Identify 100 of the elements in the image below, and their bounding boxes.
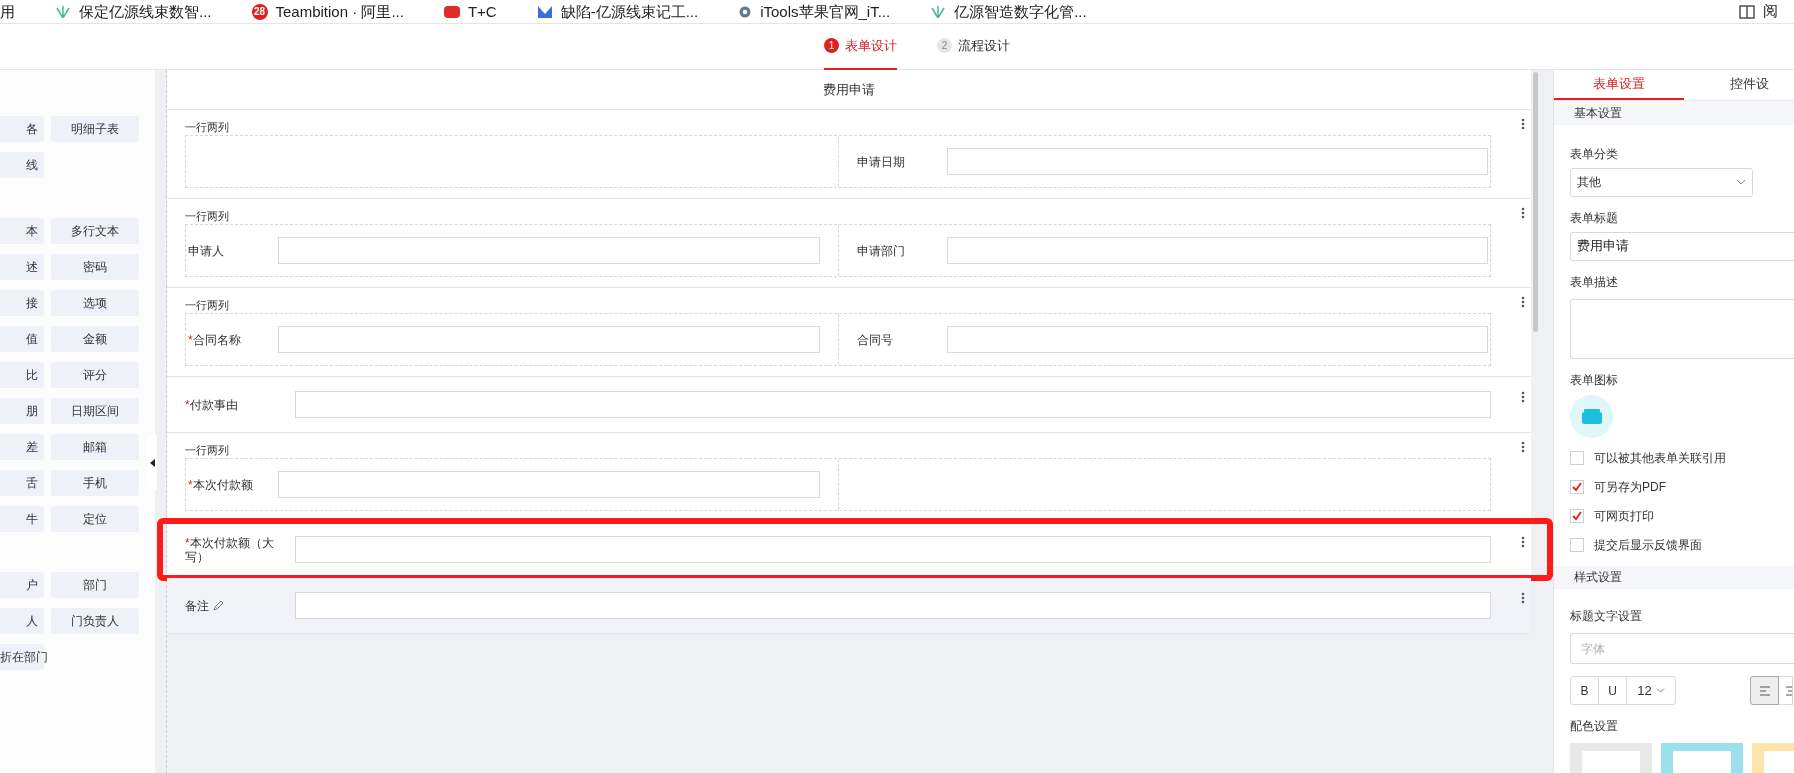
- field-label: *本次付款额（大写）: [185, 535, 275, 564]
- component-button[interactable]: 各: [0, 116, 44, 142]
- bookmark[interactable]: 亿源智造数字化管...: [930, 2, 1087, 21]
- checkbox[interactable]: [1570, 451, 1584, 466]
- more-icon[interactable]: [1521, 441, 1525, 453]
- setting-label: 配色设置: [1570, 718, 1619, 735]
- component-button[interactable]: 牛: [0, 506, 44, 532]
- more-icon[interactable]: [1521, 536, 1525, 548]
- font-field[interactable]: 字体: [1570, 633, 1794, 664]
- eye-icon: [738, 5, 753, 18]
- form-title: 费用申请: [167, 70, 1531, 110]
- field-label: *合同名称: [188, 332, 242, 347]
- category-select[interactable]: 其他: [1570, 167, 1753, 197]
- field-label: 申请部门: [856, 243, 906, 258]
- bookmark[interactable]: T+C: [443, 2, 497, 21]
- component-button[interactable]: 手机: [51, 470, 139, 496]
- row-caption: 一行两列: [185, 209, 230, 223]
- align-center-button[interactable]: [1779, 676, 1793, 705]
- row-caption: 一行两列: [185, 298, 230, 312]
- form-icon[interactable]: [1570, 394, 1613, 438]
- component-button[interactable]: 比: [0, 362, 44, 388]
- align-center-icon: [1784, 685, 1792, 696]
- reader-icon: [1739, 4, 1755, 19]
- description-input[interactable]: [1570, 298, 1794, 359]
- leaf-icon: [930, 5, 947, 18]
- more-icon[interactable]: [1521, 391, 1525, 403]
- component-button[interactable]: 述: [0, 254, 44, 280]
- component-button[interactable]: 金额: [51, 326, 139, 352]
- component-button[interactable]: 日期区间: [51, 398, 139, 424]
- checkbox-label: 可网页打印: [1594, 508, 1654, 526]
- checkbox[interactable]: [1570, 538, 1584, 553]
- component-button[interactable]: 邮箱: [51, 434, 139, 460]
- row-caption: 一行两列: [185, 120, 230, 134]
- input-field[interactable]: [946, 326, 1488, 353]
- component-button[interactable]: 密码: [51, 254, 139, 280]
- more-icon[interactable]: [1521, 207, 1525, 219]
- more-icon[interactable]: [1521, 118, 1525, 130]
- setting-label: 表单图标: [1570, 371, 1619, 389]
- input-field[interactable]: [946, 237, 1488, 264]
- setting-label: 表单标题: [1570, 209, 1619, 227]
- settings-tab[interactable]: 控件设: [1684, 70, 1794, 101]
- input-field[interactable]: [946, 148, 1488, 175]
- field-label: *付款事由: [185, 397, 238, 412]
- app-icon: [443, 5, 460, 18]
- component-button[interactable]: 门负责人: [51, 608, 139, 634]
- bookmark[interactable]: iTools苹果官网_iT...: [738, 2, 891, 21]
- component-button[interactable]: 明细子表: [51, 116, 139, 142]
- setting-label: 标题文字设置: [1570, 608, 1643, 625]
- section-header: 基本设置: [1554, 101, 1794, 125]
- input-field[interactable]: [278, 237, 820, 264]
- component-button[interactable]: 差: [0, 434, 44, 460]
- component-button[interactable]: 值: [0, 326, 44, 352]
- checkbox[interactable]: [1570, 480, 1584, 495]
- bookmark[interactable]: 28 Teambition · 阿里...: [251, 2, 404, 21]
- more-icon[interactable]: [1521, 296, 1525, 308]
- component-button[interactable]: 多行文本: [51, 218, 139, 244]
- field-label: 申请日期: [856, 154, 906, 169]
- bookmark[interactable]: 保定亿源线束数智...: [55, 2, 212, 21]
- checkbox-label: 可以被其他表单关联引用: [1594, 450, 1726, 468]
- align-left-button[interactable]: [1750, 676, 1779, 705]
- input-field[interactable]: [295, 536, 1491, 563]
- component-button[interactable]: 舌: [0, 470, 44, 496]
- color-swatch[interactable]: [1661, 743, 1743, 773]
- component-button[interactable]: 定位: [51, 506, 139, 532]
- component-button[interactable]: 接: [0, 290, 44, 316]
- badge-icon: 28: [251, 3, 268, 20]
- app-icon: [536, 5, 553, 18]
- input-field[interactable]: [295, 391, 1491, 418]
- setting-label: 表单分类: [1570, 145, 1619, 163]
- component-button[interactable]: 朋: [0, 398, 44, 424]
- component-button[interactable]: 线: [0, 152, 44, 178]
- checkbox-label: 可另存为PDF: [1594, 479, 1666, 497]
- more-icon[interactable]: [1521, 592, 1525, 604]
- component-button[interactable]: 人: [0, 608, 44, 634]
- component-button[interactable]: 选项: [51, 290, 139, 316]
- component-button[interactable]: 本: [0, 218, 44, 244]
- title-input[interactable]: 费用申请: [1570, 231, 1794, 261]
- input-field[interactable]: [278, 471, 820, 498]
- setting-label: 表单描述: [1570, 273, 1619, 291]
- component-button[interactable]: 户: [0, 572, 44, 598]
- input-field[interactable]: [278, 326, 820, 353]
- input-field[interactable]: [295, 592, 1491, 619]
- field-label: 备注: [185, 598, 209, 613]
- bookmark[interactable]: 缺陷-亿源线束记工...: [536, 2, 699, 21]
- checkbox[interactable]: [1570, 509, 1584, 524]
- field-label: 合同号: [856, 332, 894, 347]
- align-left-icon: [1758, 685, 1771, 696]
- field-label: *本次付款额: [188, 477, 254, 492]
- checkbox-label: 提交后显示反馈界面: [1594, 537, 1702, 555]
- step-tab[interactable]: 2 流程设计: [937, 23, 1010, 70]
- component-button[interactable]: 评分: [51, 362, 139, 388]
- pencil-icon[interactable]: [213, 600, 224, 611]
- bookmark-label: 阅: [1763, 1, 1778, 22]
- bookmark[interactable]: 用: [0, 2, 15, 21]
- field-label: 申请人: [188, 243, 225, 258]
- chevron-down-icon: [1736, 179, 1746, 186]
- section-header: 样式设置: [1554, 565, 1794, 589]
- leaf-icon: [55, 5, 71, 18]
- component-button[interactable]: 部门: [51, 572, 139, 598]
- row-caption: 一行两列: [185, 443, 230, 457]
